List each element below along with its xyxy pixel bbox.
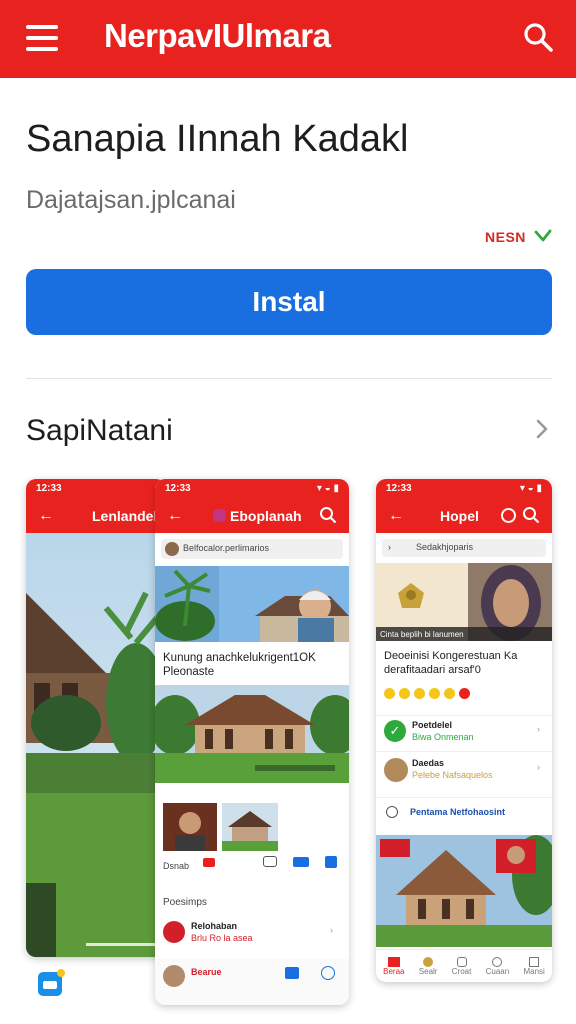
image-icon	[285, 967, 299, 979]
chevron-down-icon: ›	[388, 542, 391, 552]
article-title[interactable]: Deoeinisi Kongerestuan Ka derafitaadari …	[384, 649, 550, 677]
status-bar: 12:33 ▾ ◒ ▮	[155, 479, 349, 499]
star-icon	[423, 956, 434, 967]
store-title: NerpavIUlmara	[104, 17, 331, 54]
search-icon	[320, 507, 337, 524]
list-item-title: Relohaban	[191, 921, 238, 931]
clock-icon	[386, 806, 398, 818]
back-icon: ←	[167, 507, 183, 524]
list-item-title: Daedas	[412, 758, 445, 768]
screenshot-app-bar: ← Hopel	[376, 499, 552, 533]
comment-icon[interactable]	[263, 856, 277, 867]
tab-label: Mansi	[523, 966, 545, 976]
check-circle-icon: ✓	[384, 720, 406, 742]
square-icon	[456, 956, 467, 967]
tab-chat[interactable]: Cuaan	[485, 956, 510, 976]
chevron-right-icon: ›	[537, 724, 540, 734]
link-text: Pentama Netfohaosint	[410, 807, 506, 817]
search-hint: Belfocalor.perlimarios	[183, 543, 270, 553]
divider	[26, 378, 552, 379]
avatar	[384, 758, 408, 782]
back-icon: ←	[388, 507, 404, 524]
grid-icon	[529, 956, 540, 967]
screenshot-title: Lenlandeli	[92, 508, 162, 524]
chevron-right-icon: ›	[330, 925, 333, 935]
section-label: Poesimps	[163, 897, 207, 908]
screenshot-title: Eboplanah	[230, 508, 302, 524]
list-item-subtitle: Pelebe Nafsaquelos	[412, 770, 493, 780]
menu-icon[interactable]	[26, 25, 58, 51]
tab-label: Beraa	[383, 966, 405, 976]
house-photo	[376, 835, 552, 947]
share-icon[interactable]	[293, 857, 309, 867]
install-button[interactable]: Instal	[26, 269, 552, 335]
post-actions: Dsnab	[163, 856, 343, 871]
notification-dot	[57, 969, 65, 977]
heart-icon[interactable]	[203, 858, 215, 867]
chevron-right-icon: ›	[537, 762, 540, 772]
search-icon	[523, 507, 540, 524]
status-bar: 12:33	[26, 479, 166, 499]
post-meta: Dsnab	[163, 861, 190, 871]
bookmark-icon[interactable]	[325, 856, 337, 868]
banner-caption: Cinta beplih bi lanumen	[380, 630, 464, 639]
chevron-right-icon[interactable]	[532, 415, 552, 443]
check-circle-icon	[321, 966, 335, 980]
tab-search[interactable]: Sealr	[418, 956, 438, 976]
tab-more[interactable]: Mansi	[523, 956, 545, 976]
list-item-subtitle: Biwa Onmenan	[412, 732, 474, 742]
info-icon	[501, 508, 516, 523]
screenshot-2[interactable]: 12:33 ▾ ◒ ▮ ← Eboplanah Belfocalor.perlim…	[155, 479, 349, 1005]
house-photo	[26, 533, 166, 957]
article-title[interactable]: Kunung anachkelukrigent1OK Pleonaste	[163, 651, 343, 679]
home-icon	[387, 956, 400, 967]
app-developer[interactable]: Dajatajsan.jplcanai	[26, 186, 236, 215]
tab-label: Cuaan	[485, 966, 510, 976]
status-badge: NESN	[485, 229, 526, 245]
avatar	[163, 965, 185, 987]
link-row[interactable]: Pentama Netfohaosint	[376, 797, 552, 825]
avatar	[165, 542, 179, 556]
screenshot-title: Hopel	[440, 508, 479, 524]
list-item[interactable]: Relohaban Brlu Ro la asea ›	[163, 919, 343, 945]
tab-label: Sealr	[418, 966, 438, 976]
chat-icon	[492, 956, 503, 967]
screenshots-section-title: SapiNatani	[26, 414, 173, 447]
tab-create[interactable]: Croat	[451, 956, 472, 976]
news-photo	[155, 566, 349, 642]
avatar	[163, 921, 185, 943]
top-app-bar: NerpavIUlmara	[0, 0, 576, 78]
list-item[interactable]: Daedas Pelebe Nafsaquelos ›	[376, 751, 552, 791]
check-icon	[534, 229, 552, 242]
tab-label: Croat	[451, 966, 472, 976]
search-field: Belfocalor.perlimarios	[161, 539, 343, 559]
house-photo	[155, 685, 349, 783]
screenshot-app-bar: ← Eboplanah	[155, 499, 349, 533]
back-icon: ←	[38, 507, 54, 524]
screenshot-3[interactable]: 12:33 ▾ ◒ ▮ ← Hopel › Sedakhjoparis Cinta…	[376, 479, 552, 982]
app-icon[interactable]	[38, 969, 65, 996]
list-item[interactable]: Bearue	[155, 959, 349, 1005]
image-icon	[43, 981, 57, 989]
status-bar: 12:33 ▾ ◒ ▮	[376, 479, 552, 499]
list-item[interactable]: ✓ Poetdelel Biwa Onmenan ›	[376, 715, 552, 747]
list-item-title: Poetdelel	[412, 720, 453, 730]
screenshot-app-bar: ← Lenlandeli	[26, 499, 166, 533]
search-icon[interactable]	[522, 21, 554, 53]
search-field: › Sedakhjoparis	[382, 539, 546, 557]
app-name: Sanapia IInnah Kadakl	[26, 118, 409, 160]
screenshot-1[interactable]: 12:33 ← Lenlandeli	[26, 479, 166, 957]
bottom-nav: Beraa Sealr Croat Cuaan Mansi	[376, 949, 552, 982]
tab-home[interactable]: Beraa	[383, 956, 405, 976]
thumbnail-house	[222, 803, 278, 851]
author-photo	[163, 803, 217, 851]
list-item-subtitle: Brlu Ro la asea	[191, 933, 253, 943]
instagram-icon	[213, 509, 226, 522]
reaction-row	[384, 686, 474, 704]
search-hint: Sedakhjoparis	[416, 542, 474, 552]
list-item-title: Bearue	[191, 967, 222, 977]
